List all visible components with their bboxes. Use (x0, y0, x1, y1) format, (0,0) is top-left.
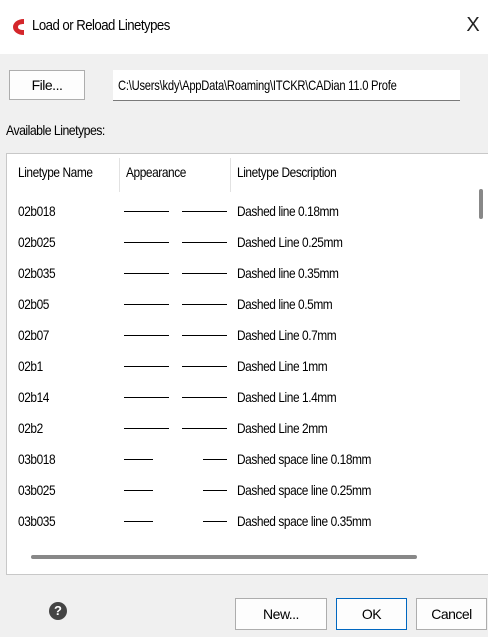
path-value: C:\Users\kdy\AppData\Roaming\ITCKR\CADia… (118, 77, 397, 93)
vertical-scrollbar-thumb[interactable] (479, 189, 483, 219)
linetype-name: 03b035 (18, 513, 56, 529)
linetype-preview-dash (182, 304, 227, 305)
linetype-preview-dash (124, 490, 153, 491)
table-row[interactable]: 03b025 Dashed space line 0.25mm (7, 475, 477, 505)
linetype-name: 02b1 (18, 358, 43, 374)
linetype-preview-dash (124, 428, 169, 429)
title-bar: Load or Reload Linetypes X (0, 0, 488, 54)
linetype-preview-dash (124, 242, 169, 243)
linetype-description: Dashed space line 0.35mm (237, 513, 372, 529)
available-linetypes-label: Available Linetypes: (6, 122, 105, 138)
table-row[interactable]: 02b2 Dashed Line 2mm (7, 413, 477, 443)
path-field[interactable]: C:\Users\kdy\AppData\Roaming\ITCKR\CADia… (113, 70, 460, 101)
linetype-description: Dashed Line 1mm (237, 358, 328, 374)
close-button[interactable]: X (458, 8, 488, 42)
linetype-preview-dash (182, 428, 227, 429)
linetype-preview-dash (203, 459, 227, 460)
linetype-list[interactable]: Linetype Name Appearance Linetype Descri… (6, 153, 488, 575)
linetype-name: 03b025 (18, 482, 56, 498)
linetype-preview-dash (124, 273, 169, 274)
linetype-name: 02b025 (18, 234, 56, 250)
linetype-description: Dashed line 0.18mm (237, 203, 339, 219)
cadian-icon (13, 19, 24, 35)
table-row[interactable]: 02b035 Dashed line 0.35mm (7, 258, 477, 288)
linetype-preview-dash (182, 273, 227, 274)
table-row[interactable]: 02b018 Dashed line 0.18mm (7, 196, 477, 226)
linetype-preview-dash (182, 366, 227, 367)
linetype-description: Dashed space line 0.25mm (237, 482, 372, 498)
window-title: Load or Reload Linetypes (32, 17, 170, 34)
linetype-preview-dash (182, 211, 227, 212)
table-row[interactable]: 02b025 Dashed Line 0.25mm (7, 227, 477, 257)
cancel-button[interactable]: Cancel (416, 598, 487, 630)
linetype-description: Dashed Line 2mm (237, 420, 328, 436)
linetype-preview-dash (182, 242, 227, 243)
linetype-preview-dash (203, 490, 227, 491)
linetype-name: 02b018 (18, 203, 56, 219)
table-row[interactable]: 02b05 Dashed line 0.5mm (7, 289, 477, 319)
column-header-name[interactable]: Linetype Name (18, 164, 93, 180)
linetype-name: 02b14 (18, 389, 49, 405)
table-row[interactable]: 03b018 Dashed space line 0.18mm (7, 444, 477, 474)
linetype-name: 02b035 (18, 265, 56, 281)
table-row[interactable]: 02b1 Dashed Line 1mm (7, 351, 477, 381)
linetype-preview-dash (124, 397, 169, 398)
linetype-preview-dash (203, 521, 227, 522)
file-button[interactable]: File... (9, 70, 85, 100)
column-header-description[interactable]: Linetype Description (237, 164, 337, 180)
table-row[interactable]: 03b035 Dashed space line 0.35mm (7, 506, 477, 536)
linetype-preview-dash (182, 397, 227, 398)
column-divider (119, 158, 120, 192)
linetype-preview-dash (124, 304, 169, 305)
linetype-name: 02b07 (18, 327, 49, 343)
linetype-description: Dashed Line 0.25mm (237, 234, 343, 250)
linetype-preview-dash (182, 335, 227, 336)
help-icon[interactable]: ? (49, 602, 67, 620)
linetype-description: Dashed Line 0.7mm (237, 327, 337, 343)
linetype-preview-dash (124, 366, 169, 367)
linetype-description: Dashed line 0.35mm (237, 265, 339, 281)
linetype-description: Dashed Line 1.4mm (237, 389, 337, 405)
column-header-appearance[interactable]: Appearance (126, 164, 186, 180)
table-row[interactable]: 02b07 Dashed Line 0.7mm (7, 320, 477, 350)
linetype-name: 02b05 (18, 296, 49, 312)
ok-button[interactable]: OK (336, 598, 407, 630)
linetype-preview-dash (124, 211, 169, 212)
linetype-preview-dash (124, 335, 169, 336)
linetype-description: Dashed line 0.5mm (237, 296, 333, 312)
linetype-preview-dash (124, 521, 153, 522)
linetype-name: 02b2 (18, 420, 43, 436)
new-button[interactable]: New... (235, 598, 327, 630)
table-row[interactable]: 02b14 Dashed Line 1.4mm (7, 382, 477, 412)
linetype-description: Dashed space line 0.18mm (237, 451, 372, 467)
column-divider (230, 158, 231, 192)
linetype-preview-dash (124, 459, 153, 460)
horizontal-scrollbar-thumb[interactable] (31, 555, 417, 559)
linetype-name: 03b018 (18, 451, 56, 467)
